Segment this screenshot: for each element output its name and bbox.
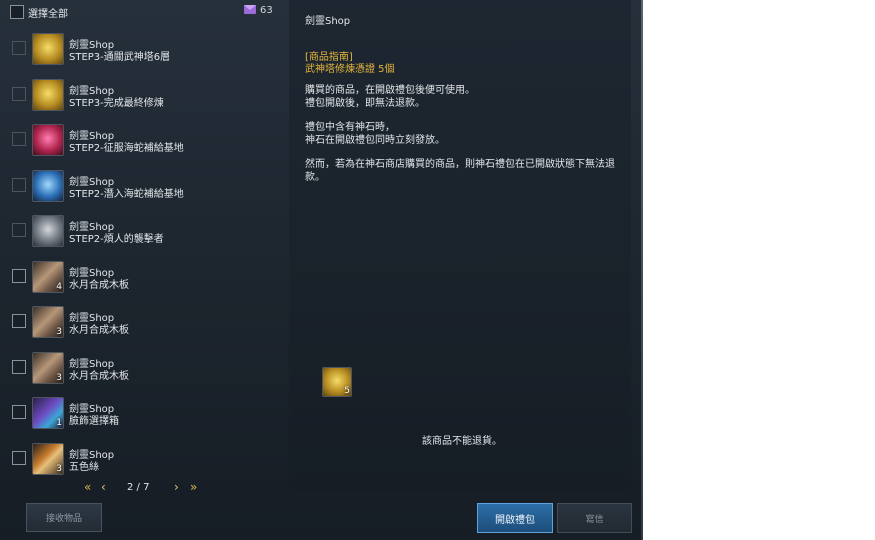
item-title: STEP3-完成最終修煉 <box>69 98 164 109</box>
write-mail-button[interactable]: 寫信 <box>557 503 632 533</box>
panel-border <box>641 0 643 540</box>
list-item[interactable]: 1 劍靈Shop 臉飾選擇箱 <box>0 391 289 436</box>
brush-icon: 3 <box>32 443 64 475</box>
face-accessory-box-icon: 1 <box>32 397 64 429</box>
gold-chest-icon <box>32 33 64 65</box>
body-paragraph: 購買的商品，在開啟禮包後便可使用。 禮包開啟後，即無法退款。 <box>305 85 475 109</box>
body-paragraph: 然而，若為在神石商店購買的商品，則神石禮包在已開啟狀態下無法退款。 <box>305 159 615 183</box>
item-title: STEP2-煩人的襲擊者 <box>69 234 164 245</box>
select-all-label[interactable]: 選擇全部 <box>28 5 68 20</box>
list-header: 選擇全部 63 <box>0 0 289 24</box>
item-title: STEP2-潛入海蛇補給基地 <box>69 189 184 200</box>
row-checkbox[interactable] <box>12 360 26 374</box>
select-all-checkbox[interactable] <box>10 5 24 19</box>
page-indicator: 2 / 7 <box>127 482 150 493</box>
list-item[interactable]: 劍靈Shop STEP3-完成最終修煉 <box>0 73 289 118</box>
list-item[interactable]: 劍靈Shop STEP3-通關武神塔6層 <box>0 27 289 72</box>
list-item[interactable]: 劍靈Shop STEP2-潛入海蛇補給基地 <box>0 164 289 209</box>
prev-page-icon[interactable]: ‹ <box>101 480 106 494</box>
open-gift-button[interactable]: 開啟禮包 <box>477 503 553 533</box>
grey-box-icon <box>32 215 64 247</box>
item-title: 水月合成木板 <box>69 325 129 336</box>
mail-body: 購買的商品，在開啟禮包後便可使用。 禮包開啟後，即無法退款。 禮包中含有神石時，… <box>305 84 623 195</box>
row-checkbox[interactable] <box>12 451 26 465</box>
receive-items-button[interactable]: 接收物品 <box>26 503 102 532</box>
list-item[interactable]: 劍靈Shop STEP2-征服海蛇補給基地 <box>0 118 289 163</box>
mail-count: 63 <box>244 5 273 16</box>
next-page-icon[interactable]: › <box>174 480 179 494</box>
list-item[interactable]: 劍靈Shop STEP2-煩人的襲擊者 <box>0 209 289 254</box>
pagination: « ‹ 2 / 7 › » <box>80 480 210 496</box>
row-checkbox[interactable] <box>12 87 26 101</box>
list-item[interactable]: 3 劍靈Shop 水月合成木板 <box>0 300 289 345</box>
wood-plank-icon: 3 <box>32 352 64 384</box>
row-checkbox[interactable] <box>12 405 26 419</box>
list-item[interactable]: 3 劍靈Shop 水月合成木板 <box>0 346 289 391</box>
blue-chest-icon <box>32 170 64 202</box>
list-item[interactable]: 4 劍靈Shop 水月合成木板 <box>0 255 289 300</box>
mail-envelope-icon <box>244 5 256 14</box>
first-page-icon[interactable]: « <box>84 480 91 494</box>
row-checkbox[interactable] <box>12 314 26 328</box>
attachment-qty: 5 <box>344 386 350 396</box>
item-title: STEP2-征服海蛇補給基地 <box>69 143 184 154</box>
row-checkbox[interactable] <box>12 132 26 146</box>
mail-detail: 劍靈Shop [商品指南] 武神塔修煉憑證 5個 購買的商品，在開啟禮包後便可使… <box>289 0 631 492</box>
guide-item: 武神塔修煉憑證 5個 <box>305 64 395 75</box>
item-title: STEP3-通關武神塔6層 <box>69 52 171 63</box>
no-refund-note: 該商品不能退貨。 <box>422 436 502 447</box>
red-orb-icon <box>32 124 64 156</box>
gold-chest-icon[interactable]: 5 <box>322 367 352 397</box>
row-checkbox[interactable] <box>12 269 26 283</box>
row-checkbox[interactable] <box>12 178 26 192</box>
gold-chest-icon <box>32 79 64 111</box>
item-title: 水月合成木板 <box>69 280 129 291</box>
detail-sender: 劍靈Shop <box>305 16 351 27</box>
row-checkbox[interactable] <box>12 223 26 237</box>
wood-plank-icon: 4 <box>32 261 64 293</box>
list-item[interactable]: 3 劍靈Shop 五色絲 <box>0 437 289 482</box>
mail-count-value: 63 <box>260 5 273 16</box>
item-title: 五色絲 <box>69 462 99 473</box>
mailbox-panel: 選擇全部 63 劍靈Shop STEP3-通關武神塔6層 劍靈Shop STEP… <box>0 0 643 540</box>
last-page-icon[interactable]: » <box>190 480 197 494</box>
body-paragraph: 禮包中含有神石時， 神石在開啟禮包同時立刻發放。 <box>305 122 445 146</box>
item-title: 水月合成木板 <box>69 371 129 382</box>
item-title: 臉飾選擇箱 <box>69 416 119 427</box>
row-checkbox[interactable] <box>12 41 26 55</box>
wood-plank-icon: 3 <box>32 306 64 338</box>
